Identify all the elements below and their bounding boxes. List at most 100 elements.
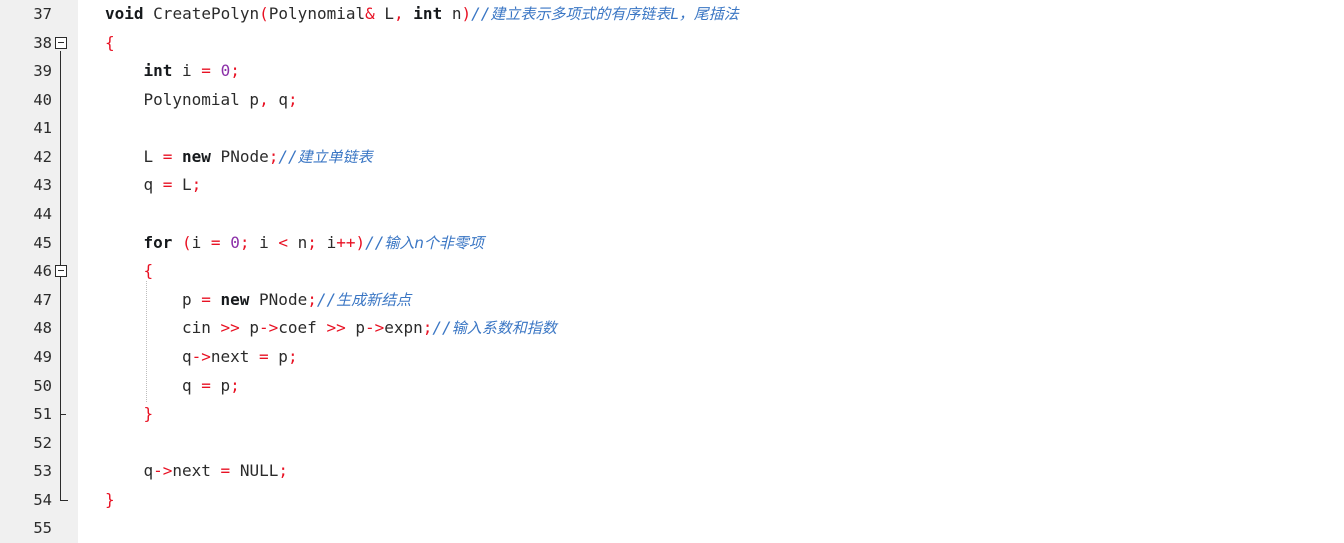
code-token-id: q bbox=[268, 89, 288, 109]
code-token-cmt: 建立单链表 bbox=[297, 147, 373, 166]
code-token-op: = bbox=[162, 175, 173, 195]
code-line[interactable]: q->next = p; bbox=[182, 343, 298, 372]
code-token-kw: new bbox=[182, 146, 211, 166]
code-token-id bbox=[211, 61, 221, 80]
line-number: 42 bbox=[33, 147, 52, 166]
line-number: 41 bbox=[33, 119, 52, 138]
code-line[interactable]: q = L; bbox=[143, 171, 201, 200]
code-token-op: >> bbox=[220, 318, 240, 338]
code-token-id bbox=[172, 233, 182, 252]
code-token-cmt-slash: // bbox=[365, 232, 385, 252]
code-line[interactable]: q->next = NULL; bbox=[143, 457, 288, 486]
code-token-id: L bbox=[374, 4, 395, 23]
code-token-op: ; bbox=[268, 146, 279, 166]
code-token-id bbox=[211, 290, 221, 309]
code-token-op: ( bbox=[182, 232, 192, 252]
code-token-op: ; bbox=[287, 89, 298, 109]
code-token-op: = bbox=[220, 461, 231, 481]
line-number: 50 bbox=[33, 376, 52, 395]
code-token-cmt: 生成新结点 bbox=[336, 290, 412, 309]
line-number: 51 bbox=[33, 405, 52, 424]
code-token-kw: void bbox=[105, 4, 144, 23]
code-token-id: NULL bbox=[230, 461, 279, 481]
code-token-id: p bbox=[268, 346, 288, 366]
code-token-id: L bbox=[143, 146, 163, 166]
fold-region-line-inner bbox=[60, 279, 61, 415]
code-token-op: { bbox=[105, 32, 115, 52]
code-line[interactable]: int i = 0; bbox=[143, 57, 239, 86]
code-token-op: = bbox=[201, 61, 211, 81]
code-editor-view[interactable]: 37 38 39 40 41 42 43 44 45 46 47 48 49 50 51 52 53 54 55 v… bbox=[0, 0, 1344, 543]
code-token-op: = bbox=[201, 289, 211, 309]
indent-guide bbox=[146, 281, 148, 403]
code-token-op: } bbox=[105, 489, 115, 509]
code-line[interactable]: { bbox=[105, 29, 115, 58]
fold-region-end-inner bbox=[60, 414, 66, 416]
code-token-op: ; bbox=[287, 346, 298, 366]
code-line[interactable]: cin >> p->coef >> p->expn;//输入系数和指数 bbox=[182, 314, 557, 343]
code-token-id: next bbox=[172, 461, 221, 481]
code-token-id: q bbox=[143, 461, 154, 481]
code-token-id: Polynomial bbox=[268, 4, 366, 23]
code-token-num: 0 bbox=[230, 232, 240, 252]
line-number: 40 bbox=[33, 90, 52, 109]
code-folding-column[interactable] bbox=[54, 0, 78, 543]
code-token-op: -> bbox=[191, 346, 211, 366]
code-token-op: < bbox=[278, 232, 289, 252]
fold-toggle-46-icon[interactable] bbox=[55, 265, 67, 278]
code-token-kw: for bbox=[143, 232, 173, 252]
code-token-op: , bbox=[259, 89, 269, 109]
line-number: 44 bbox=[33, 205, 52, 224]
code-token-id: q bbox=[143, 175, 163, 195]
code-token-op: ( bbox=[259, 4, 269, 23]
code-content-area[interactable]: void CreatePolyn(Polynomial& L, int n)//… bbox=[78, 0, 1344, 543]
code-token-op: ; bbox=[278, 461, 288, 481]
code-line[interactable]: q = p; bbox=[182, 372, 240, 401]
line-number: 47 bbox=[33, 290, 52, 309]
code-token-cmt: 输入n个非零项 bbox=[384, 233, 484, 252]
code-token-op: = bbox=[201, 375, 211, 395]
code-token-id: p bbox=[210, 375, 231, 395]
code-token-op: = bbox=[210, 232, 221, 252]
code-token-op: >> bbox=[326, 318, 346, 338]
line-number: 38 bbox=[33, 33, 52, 52]
code-token-id: p bbox=[239, 318, 260, 338]
code-token-op: & bbox=[365, 4, 375, 23]
code-token-cmt-slash: // bbox=[471, 4, 491, 23]
code-token-id: PNode bbox=[210, 146, 269, 166]
line-number: 54 bbox=[33, 490, 52, 509]
code-token-op: ; bbox=[307, 232, 317, 252]
code-token-id bbox=[404, 4, 414, 23]
code-line[interactable]: void CreatePolyn(Polynomial& L, int n)//… bbox=[105, 0, 739, 29]
line-number: 49 bbox=[33, 347, 52, 366]
line-number: 55 bbox=[33, 519, 52, 538]
line-number: 43 bbox=[33, 176, 52, 195]
line-number: 48 bbox=[33, 319, 52, 338]
code-line[interactable]: } bbox=[143, 400, 153, 429]
line-number: 39 bbox=[33, 62, 52, 81]
code-token-op: } bbox=[143, 404, 154, 424]
code-token-op: ; bbox=[422, 318, 433, 338]
code-token-id: q bbox=[181, 375, 202, 395]
code-token-id bbox=[221, 233, 231, 252]
code-token-id: PNode bbox=[249, 289, 308, 309]
code-token-cmt: 输入系数和指数 bbox=[451, 319, 557, 338]
code-token-id: n bbox=[442, 4, 462, 23]
code-token-op: -> bbox=[364, 318, 385, 338]
code-token-op: { bbox=[143, 261, 154, 281]
code-line[interactable]: for (i = 0; i < n; i++)//输入n个非零项 bbox=[143, 229, 483, 258]
code-token-id: i bbox=[249, 232, 279, 252]
line-number: 37 bbox=[33, 5, 52, 23]
code-token-kw: int bbox=[143, 61, 173, 81]
code-line[interactable]: p = new PNode;//生成新结点 bbox=[182, 286, 411, 315]
code-token-op: ; bbox=[230, 61, 240, 81]
code-line[interactable]: { bbox=[143, 257, 153, 286]
code-line[interactable]: L = new PNode;//建立单链表 bbox=[143, 143, 372, 172]
code-token-op: ++) bbox=[336, 232, 366, 252]
code-line[interactable]: } bbox=[105, 486, 115, 515]
fold-toggle-38-icon[interactable] bbox=[55, 36, 67, 49]
code-token-cmt: 建立表示多项式的有序链表L，尾插法 bbox=[490, 5, 739, 23]
code-line[interactable]: Polynomial p, q; bbox=[143, 86, 297, 115]
line-number: 53 bbox=[33, 462, 52, 481]
line-number: 52 bbox=[33, 433, 52, 452]
